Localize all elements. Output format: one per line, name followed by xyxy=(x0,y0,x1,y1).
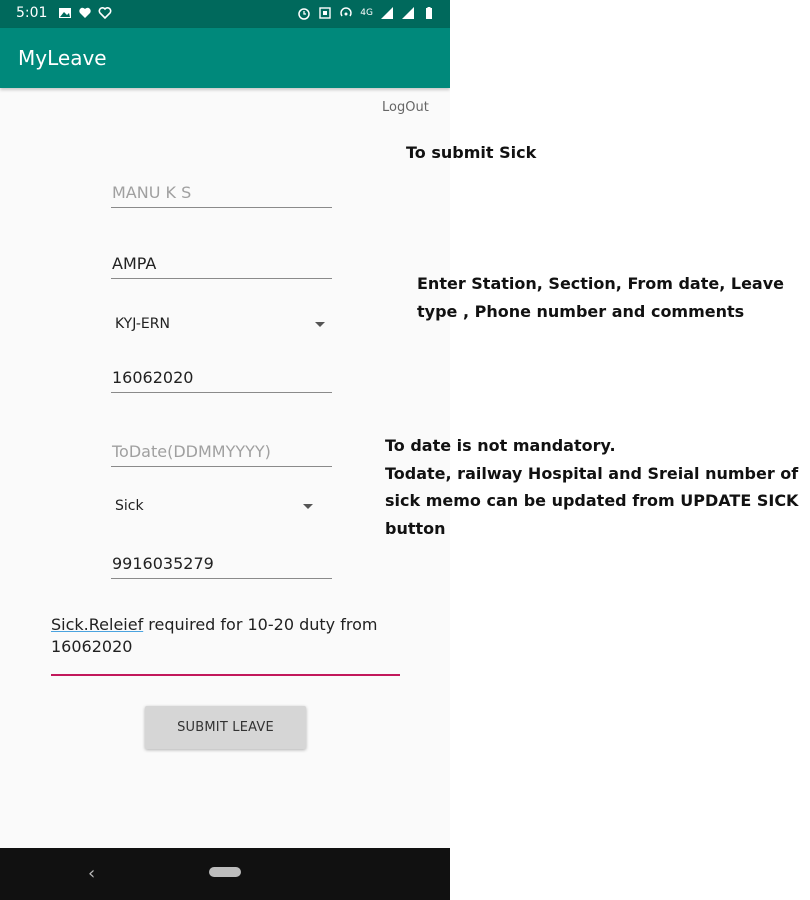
from-date-field[interactable]: 16062020 xyxy=(111,363,332,393)
comment-field[interactable]: Sick.Releief required for 10-20 duty fro… xyxy=(51,614,400,676)
chevron-down-icon xyxy=(303,504,313,509)
phone-value: 9916035279 xyxy=(112,554,214,573)
status-left-icons xyxy=(58,6,112,20)
status-right-icons: 4G xyxy=(297,6,436,20)
phone-screen: 5:01 4G MyLeave LogOut MANU K S AMPA KYJ… xyxy=(0,0,450,900)
leave-type-spinner[interactable]: Sick xyxy=(111,492,332,522)
vibrate-icon xyxy=(319,7,331,19)
to-date-placeholder: ToDate(DDMMYYYY) xyxy=(112,442,271,461)
submit-leave-button[interactable]: SUBMIT LEAVE xyxy=(145,706,306,749)
section-spinner[interactable]: KYJ-ERN xyxy=(111,310,332,340)
hotspot-icon xyxy=(340,7,353,17)
chevron-down-icon xyxy=(315,322,325,327)
signal-icon xyxy=(381,7,393,19)
heart-icon xyxy=(79,7,91,18)
to-date-field[interactable]: ToDate(DDMMYYYY) xyxy=(111,437,332,467)
navigation-bar: ‹ xyxy=(0,848,450,900)
name-field[interactable]: MANU K S xyxy=(111,178,332,208)
logout-button[interactable]: LogOut xyxy=(382,100,429,115)
station-value: AMPA xyxy=(112,254,157,273)
comment-underlined-word: Sick.Releief xyxy=(51,615,144,634)
health-icon xyxy=(98,7,112,20)
app-title: MyLeave xyxy=(18,46,107,70)
station-field[interactable]: AMPA xyxy=(111,249,332,279)
signal-icon xyxy=(402,7,414,19)
phone-field[interactable]: 9916035279 xyxy=(111,549,332,579)
app-bar: MyLeave xyxy=(0,28,450,88)
battery-icon xyxy=(426,7,432,19)
status-time: 5:01 xyxy=(16,5,48,21)
comment-text: Sick.Releief required for 10-20 duty fro… xyxy=(51,614,400,658)
network-type-label: 4G xyxy=(360,8,373,18)
back-chevron-icon[interactable]: ‹ xyxy=(88,863,95,884)
from-date-value: 16062020 xyxy=(112,368,194,387)
home-pill-icon[interactable] xyxy=(209,867,241,877)
leave-type-selected: Sick xyxy=(115,498,144,514)
annotation-title: To submit Sick xyxy=(406,143,537,162)
section-selected: KYJ-ERN xyxy=(115,316,170,332)
annotation-todate: To date is not mandatory. Todate, railwa… xyxy=(385,436,799,538)
image-icon xyxy=(59,8,71,18)
annotation-fields: Enter Station, Section, From date, Leave… xyxy=(417,274,784,321)
alarm-icon xyxy=(298,8,311,20)
status-bar: 5:01 4G xyxy=(0,0,450,28)
name-placeholder: MANU K S xyxy=(112,183,192,202)
